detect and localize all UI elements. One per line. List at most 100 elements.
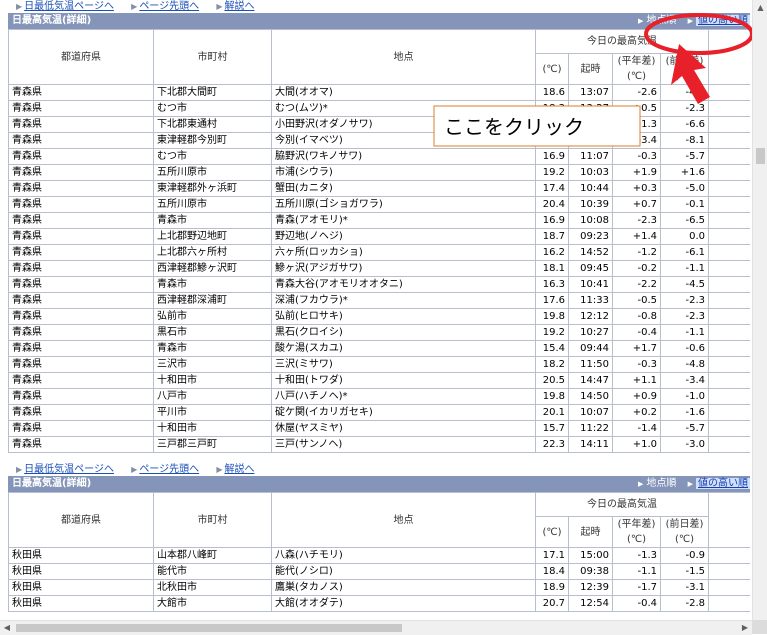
cell-extra	[708, 196, 750, 213]
cell-city: 青森市	[153, 340, 272, 357]
triangle-icon: ▶	[16, 465, 23, 474]
cell-station: 鷹巣(タカノス)	[271, 579, 536, 596]
page-content: ▶ 日最低気温ページへ ▶ ページ先頭へ ▶ 解説へ 日最高気温(詳細) ▶ 地点順 ▶…	[8, 0, 750, 620]
cell-normal-diff: -2.3	[612, 212, 661, 229]
cell-pref: 青森県	[8, 84, 154, 101]
cell-pref: 秋田県	[8, 579, 154, 596]
cell-normal-diff: +0.9	[612, 388, 661, 405]
cell-time: 09:45	[568, 260, 613, 277]
table-row: 青森県 五所川原市 五所川原(ゴショガワラ) 20.4 10:39 +0.7 -0.1	[8, 196, 750, 213]
cell-city: 十和田市	[153, 372, 272, 389]
cell-pref: 秋田県	[8, 547, 154, 564]
link-explanation[interactable]: 解説へ	[224, 1, 254, 12]
cell-pref: 青森県	[8, 228, 154, 245]
cell-normal-diff: +1.9	[612, 164, 661, 181]
cell-temp: 18.7	[535, 228, 569, 245]
cell-temp: 19.8	[535, 388, 569, 405]
sort-by-station[interactable]: 地点順	[646, 15, 676, 26]
cell-pref: 青森県	[8, 196, 154, 213]
cell-prev-diff: -8.1	[660, 132, 709, 149]
cell-city: 東津軽郡外ヶ浜町	[153, 180, 272, 197]
cell-extra	[708, 404, 750, 421]
table-row: 青森県 三戸郡三戸町 三戸(サンノヘ) 22.3 14:11 +1.0 -3.0	[8, 436, 750, 453]
cell-temp: 15.4	[535, 340, 569, 357]
cell-pref: 青森県	[8, 180, 154, 197]
triangle-icon: ▶	[638, 17, 644, 25]
cell-temp: 16.9	[535, 212, 569, 229]
cell-pref: 青森県	[8, 164, 154, 181]
vertical-scrollbar[interactable]: ▲	[752, 0, 767, 620]
cell-station: 休屋(ヤスミヤ)	[271, 420, 536, 437]
cell-city: 平川市	[153, 404, 272, 421]
header-extra	[708, 492, 750, 548]
cell-time: 10:44	[568, 180, 613, 197]
vertical-scroll-thumb[interactable]	[756, 148, 765, 164]
cell-station: 蟹田(カニタ)	[271, 180, 536, 197]
table-row: 青森県 むつ市 脇野沢(ワキノサワ) 16.9 11:07 -0.3 -5.7	[8, 148, 750, 165]
cell-prev-diff: -2.3	[660, 100, 709, 117]
max-temp-table-2: 都道府県 市町村 地点 今日の最高気温 (℃) 起時 (平年差) (℃) (前日差…	[8, 492, 750, 612]
cell-pref: 青森県	[8, 292, 154, 309]
cell-temp: 15.7	[535, 116, 569, 133]
cell-station: 十和田(トワダ)	[271, 372, 536, 389]
horizontal-scroll-thumb[interactable]	[16, 624, 402, 632]
triangle-icon: ▶	[16, 2, 23, 11]
header-today-max: 今日の最高気温	[535, 29, 709, 54]
link-low-temp-page[interactable]: 日最低気温ページへ	[24, 1, 114, 12]
link-low-temp-page[interactable]: 日最低気温ページへ	[24, 464, 114, 475]
cell-normal-diff: -1.1	[612, 563, 661, 580]
cell-city: 下北郡東通村	[153, 116, 272, 133]
cell-city: 青森市	[153, 212, 272, 229]
cell-city: 十和田市	[153, 420, 272, 437]
cell-prev-diff: -0.1	[660, 196, 709, 213]
cell-temp: 20.7	[535, 595, 569, 612]
cell-prev-diff: +1.6	[660, 164, 709, 181]
scroll-right-icon[interactable]: ▶	[738, 621, 752, 635]
cell-extra	[708, 260, 750, 277]
sort-by-high-value[interactable]: 値の高い順	[696, 478, 750, 489]
cell-city: 上北郡野辺地町	[153, 228, 272, 245]
cell-station: 大間(オオマ)	[271, 84, 536, 101]
cell-pref: 青森県	[8, 436, 154, 453]
cell-prev-diff: -1.0	[660, 388, 709, 405]
triangle-icon: ▶	[216, 2, 223, 11]
cell-time: 09:44	[568, 340, 613, 357]
link-page-top[interactable]: ページ先頭へ	[139, 1, 199, 12]
horizontal-scrollbar[interactable]: ◀ ▶	[0, 620, 752, 635]
cell-normal-diff: +0.7	[612, 196, 661, 213]
sort-by-high-value[interactable]: 値の高い順	[696, 15, 750, 26]
cell-time: 12:39	[568, 579, 613, 596]
cell-time: 14:47	[568, 372, 613, 389]
sort-by-station[interactable]: 地点順	[646, 478, 676, 489]
cell-station: 鰺ヶ沢(アジガサワ)	[271, 260, 536, 277]
cell-extra	[708, 292, 750, 309]
cell-station: 小田野沢(オダノサワ)	[271, 116, 536, 133]
cell-city: 山本郡八峰町	[153, 547, 272, 564]
cell-temp: 18.3	[535, 100, 569, 117]
cell-pref: 青森県	[8, 276, 154, 293]
cell-temp: 16.3	[535, 276, 569, 293]
table-row: 青森県 青森市 酸ケ湯(スカユ) 15.4 09:44 +1.7 -0.6	[8, 340, 750, 357]
cell-prev-diff: 0.0	[660, 228, 709, 245]
cell-prev-diff: -6.1	[660, 244, 709, 261]
cell-extra	[708, 388, 750, 405]
header-station: 地点	[271, 29, 536, 85]
cell-temp: 13.9	[535, 132, 569, 149]
cell-pref: 青森県	[8, 148, 154, 165]
cell-prev-diff: -0.9	[660, 547, 709, 564]
cell-station: 酸ケ湯(スカユ)	[271, 340, 536, 357]
link-page-top[interactable]: ページ先頭へ	[139, 464, 199, 475]
cell-prev-diff: -4.4	[660, 84, 709, 101]
link-explanation[interactable]: 解説へ	[224, 464, 254, 475]
scroll-left-icon[interactable]: ◀	[0, 621, 14, 635]
cell-normal-diff: -1.3	[612, 116, 661, 133]
scroll-up-icon[interactable]: ▲	[753, 0, 767, 15]
cell-time: 14:50	[568, 388, 613, 405]
section-title: 日最高気温(詳細)	[12, 15, 92, 26]
cell-pref: 青森県	[8, 388, 154, 405]
cell-station: 八戸(ハチノヘ)*	[271, 388, 536, 405]
table-row: 青森県 むつ市 むつ(ムツ)* 18.3 13:27 +0.5 -2.3	[8, 100, 750, 117]
cell-prev-diff: -0.6	[660, 340, 709, 357]
cell-station: 深浦(フカウラ)*	[271, 292, 536, 309]
cell-extra	[708, 324, 750, 341]
